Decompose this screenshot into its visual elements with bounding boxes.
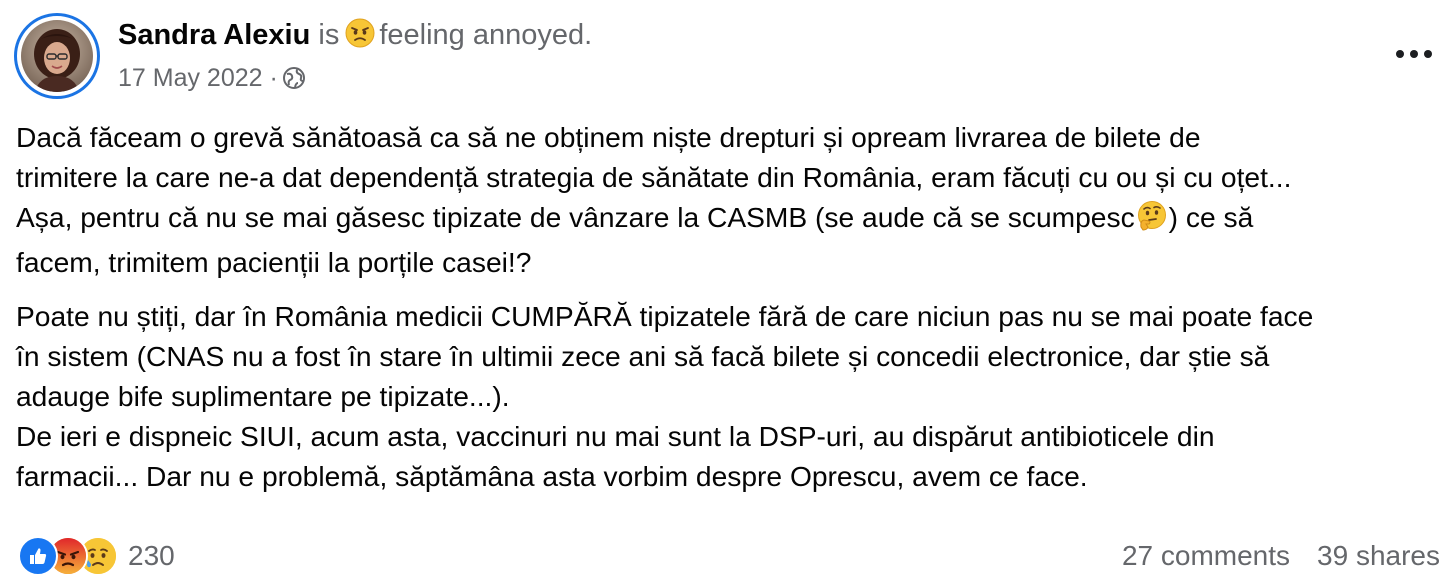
more-options-icon (1396, 50, 1404, 58)
feeling-text[interactable]: feeling annoyed. (379, 19, 592, 51)
more-options-dot (1424, 50, 1432, 58)
post-line: Poate nu știți, dar în România medicii C… (16, 300, 1314, 332)
post-stats: 27 comments 39 shares (1122, 537, 1440, 575)
more-options-dot (1410, 50, 1418, 58)
post-line: farmacii... Dar nu e problemă, săptămâna… (16, 460, 1088, 492)
post-line: trimitere la care ne-a dat dependență st… (16, 161, 1292, 193)
author-name[interactable]: Sandra Alexiu (118, 19, 310, 51)
thinking-face-emoji (1136, 200, 1168, 242)
shares-count-link[interactable]: 39 shares (1317, 540, 1440, 572)
unamused-face-emoji (345, 18, 375, 58)
post-line-segment: Așa, pentru că nu se mai găsesc tipizate… (16, 201, 1135, 233)
comments-count-link[interactable]: 27 comments (1122, 540, 1290, 572)
profile-photo (21, 20, 93, 92)
meta-separator: · (269, 64, 278, 92)
like-icon (18, 536, 58, 576)
reaction-count: 230 (128, 540, 175, 571)
facebook-post: Sandra Alexiu is feeling annoyed. 17 May… (0, 0, 1456, 588)
more-options-button[interactable] (1392, 38, 1436, 70)
post-line: facem, trimitem pacienții la porțile cas… (16, 246, 532, 278)
globe-icon[interactable] (282, 64, 306, 100)
post-line: în sistem (CNAS nu a fost în stare în ul… (16, 340, 1270, 372)
post-line: De ieri e dispneic SIUI, acum asta, vacc… (16, 420, 1215, 452)
post-line: adauge bife suplimentare pe tipizate...)… (16, 380, 510, 412)
post-body: Dacă făceam o grevă sănătoasă ca să ne o… (16, 117, 1452, 496)
post-date[interactable]: 17 May 2022 (118, 64, 263, 92)
post-line-segment: ) ce să (1168, 201, 1254, 233)
post-line: Dacă făceam o grevă sănătoasă ca să ne o… (16, 121, 1201, 153)
author-line: Sandra Alexiu is feeling annoyed. (118, 16, 592, 58)
avatar[interactable] (14, 13, 100, 99)
feeling-connector: is (318, 19, 340, 51)
reactions-summary[interactable]: 230 (18, 536, 175, 576)
post-line: Așa, pentru că nu se mai găsesc tipizate… (16, 197, 1452, 242)
post-meta: 17 May 2022 · (118, 60, 306, 100)
